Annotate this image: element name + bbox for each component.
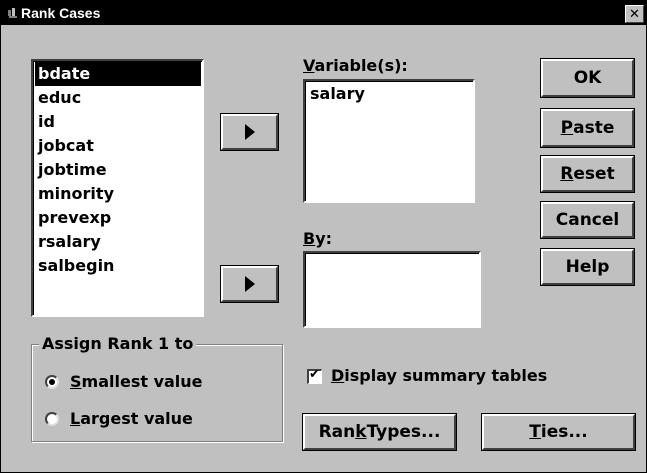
source-variable-item[interactable]: rsalary [35, 230, 201, 254]
source-variable-item[interactable]: salbegin [35, 254, 201, 278]
right-arrow-icon [245, 276, 255, 292]
largest-value-label[interactable]: Largest value [70, 409, 193, 429]
right-arrow-icon [245, 124, 255, 140]
selected-variable-item[interactable]: salary [307, 82, 472, 106]
source-variable-item[interactable]: minority [35, 182, 201, 206]
ties-button[interactable]: Ties... [481, 413, 636, 451]
window-title: Rank Cases [21, 5, 101, 21]
ok-button[interactable]: OK [540, 58, 635, 98]
help-button[interactable]: Help [540, 248, 635, 286]
close-icon: ✕ [629, 6, 640, 22]
assign-rank-group-title: Assign Rank 1 to [39, 334, 197, 354]
variables-label: Variable(s): [303, 56, 408, 75]
by-label: By: [303, 229, 333, 248]
close-button[interactable]: ✕ [625, 5, 644, 23]
app-icon [8, 8, 17, 18]
source-variable-item[interactable]: prevexp [35, 206, 201, 230]
rank-cases-dialog: Rank Cases ✕ bdate educ id jobcat jobtime min… [0, 0, 647, 473]
largest-value-radio[interactable] [45, 412, 59, 426]
variables-list[interactable]: salary [303, 79, 475, 203]
radio-selected-dot [49, 379, 55, 385]
source-variable-item[interactable]: jobcat [35, 134, 201, 158]
reset-button[interactable]: Reset [540, 155, 635, 193]
rank-types-button[interactable]: Ran k Types... [302, 413, 457, 451]
source-variable-item[interactable]: educ [35, 86, 201, 110]
display-summary-checkbox[interactable]: ✔ [307, 367, 322, 384]
source-variable-item[interactable]: id [35, 110, 201, 134]
move-to-variables-button[interactable] [220, 113, 279, 151]
smallest-value-radio[interactable] [45, 375, 59, 389]
title-bar[interactable]: Rank Cases ✕ [1, 1, 646, 25]
source-variable-list[interactable]: bdate educ id jobcat jobtime minority prevexp r… [31, 59, 204, 317]
cancel-button[interactable]: Cancel [540, 201, 635, 239]
by-list[interactable] [303, 251, 481, 328]
paste-button[interactable]: Paste [540, 108, 635, 148]
move-to-by-button[interactable] [220, 265, 279, 303]
display-summary-label[interactable]: Display summary tables [331, 366, 547, 386]
checkmark-icon: ✔ [309, 367, 320, 382]
smallest-value-label[interactable]: Smallest value [70, 372, 203, 392]
source-variable-item[interactable]: jobtime [35, 158, 201, 182]
source-variable-item[interactable]: bdate [35, 62, 201, 86]
